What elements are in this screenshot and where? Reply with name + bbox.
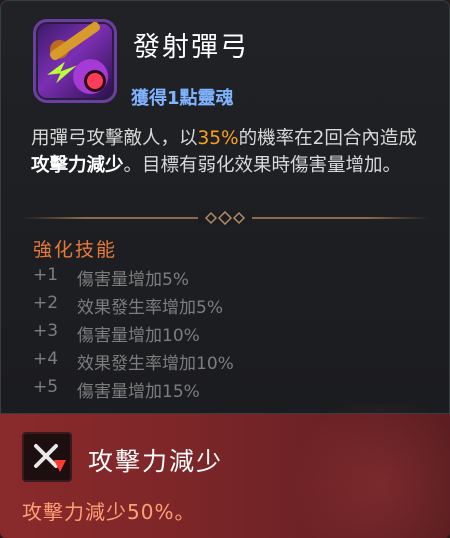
bow-skill-icon <box>33 19 117 103</box>
effect-name: 攻擊力減少 <box>31 155 124 176</box>
debuff-title: 攻擊力減少 <box>88 447 224 476</box>
attack-down-icon <box>22 432 72 482</box>
enhancement-text: 效果發生率增加5% <box>77 298 223 318</box>
skill-description: 用彈弓攻擊敵人，以35%的機率在2回合內造成攻擊力減少。目標有弱化效果時傷害量增… <box>31 128 417 176</box>
enhancement-title: 強化技能 <box>33 239 118 261</box>
enhancement-level: +5 <box>33 377 59 397</box>
skill-tooltip: 發射彈弓 獲得1點靈魂 用彈弓攻擊敵人，以35%的機率在2回合內造成攻擊力減少。… <box>0 0 450 538</box>
enhancement-text: 傷害量增加10% <box>77 326 200 346</box>
skill-info-panel: 發射彈弓 獲得1點靈魂 用彈弓攻擊敵人，以35%的機率在2回合內造成攻擊力減少。… <box>0 0 450 414</box>
enhancement-level: +2 <box>33 293 59 313</box>
debuff-description: 攻擊力減少50%。 <box>22 500 196 524</box>
debuff-panel: 攻擊力減少 攻擊力減少50%。 <box>0 404 450 538</box>
enhancement-level: +4 <box>33 349 59 369</box>
enhancement-text: 效果發生率增加10% <box>77 354 234 374</box>
chance-value: 35% <box>197 128 239 149</box>
soul-gain-label: 獲得1點靈魂 <box>131 88 234 109</box>
enhancement-text: 傷害量增加15% <box>77 382 200 402</box>
enhancement-level: +1 <box>33 265 59 285</box>
divider-ornament-icon <box>198 211 252 225</box>
enhancement-text: 傷害量增加5% <box>77 270 189 290</box>
skill-name: 發射彈弓 <box>133 32 249 63</box>
enhancement-level: +3 <box>33 321 59 341</box>
